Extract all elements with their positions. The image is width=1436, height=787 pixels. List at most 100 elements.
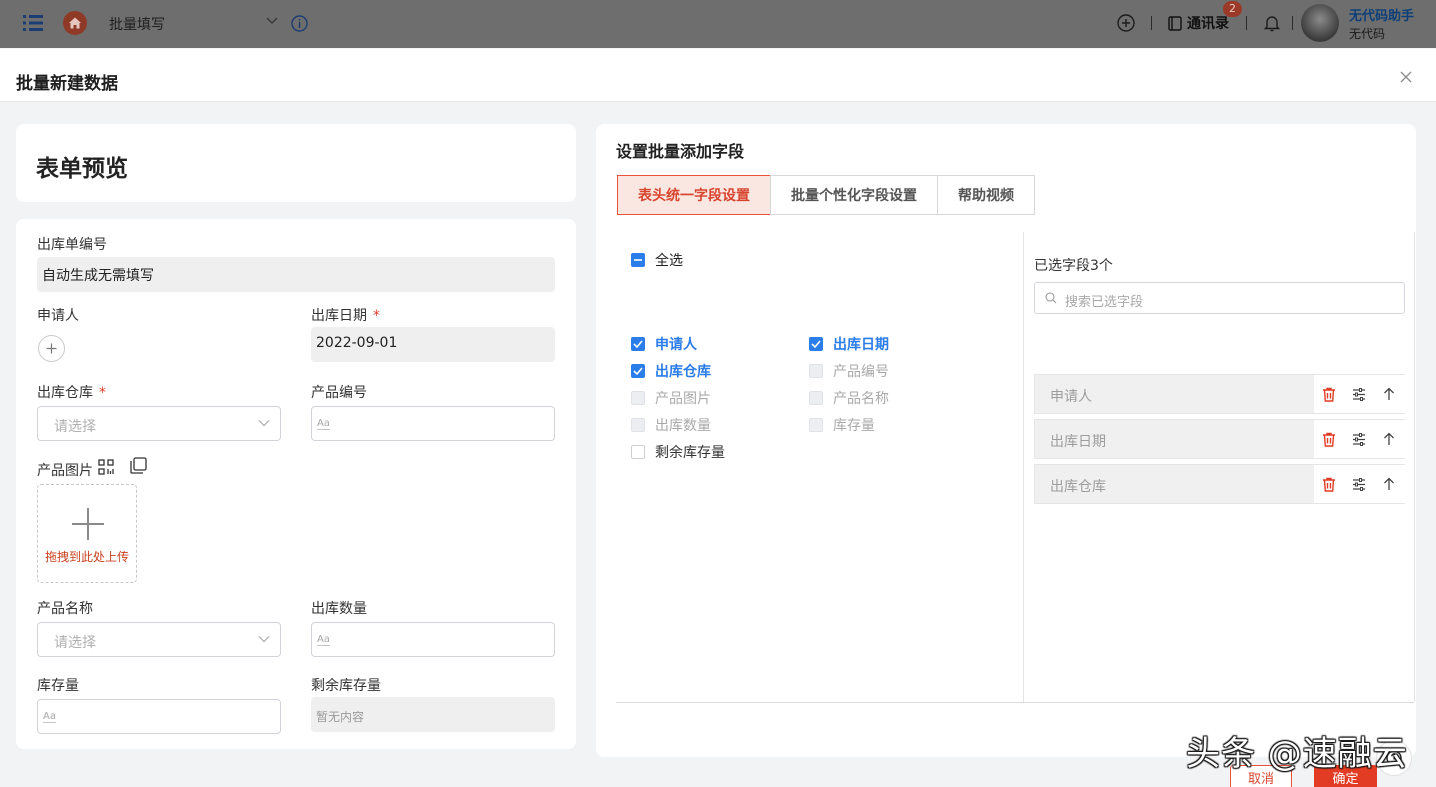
settings-title: 设置批量添加字段 [616, 142, 745, 161]
select-all-checkbox[interactable]: 全选 [631, 250, 683, 270]
text-type-hint: Aa [317, 634, 330, 646]
checkbox-box [631, 364, 645, 378]
plus-icon [46, 343, 57, 354]
info-icon[interactable] [291, 15, 308, 32]
close-icon[interactable] [1400, 71, 1416, 87]
required-mark: * [373, 308, 380, 324]
tab-individual-fields[interactable]: 批量个性化字段设置 [770, 175, 938, 215]
avatar[interactable] [1301, 4, 1339, 42]
menu-icon[interactable] [23, 14, 43, 32]
selected-search-input[interactable]: 搜索已选字段 [1034, 282, 1405, 314]
image-upload-area[interactable]: 拖拽到此处上传 [37, 484, 137, 583]
tab-help-video[interactable]: 帮助视频 [937, 175, 1035, 215]
checkbox-box [631, 391, 645, 405]
field-label: 申请人 [655, 337, 697, 353]
product-name-label: 产品名称 [37, 601, 93, 617]
contacts-book-icon [1168, 15, 1182, 31]
out-date-label: 出库日期 * [311, 305, 380, 325]
chevron-down-icon[interactable] [266, 17, 278, 25]
field-label: 出库数量 [655, 418, 711, 434]
selected-field-name: 申请人 [1050, 389, 1092, 405]
add-applicant-button[interactable] [38, 335, 65, 362]
arrow-up-icon[interactable] [1374, 420, 1404, 458]
watermark: 头条 @速融云 [1186, 734, 1408, 774]
field-label: 产品名称 [833, 391, 889, 407]
remaining-stock-field: 暂无内容 [311, 697, 555, 732]
field-label: 出库日期 [833, 337, 889, 353]
field-checkbox-remaining-stock[interactable]: 剩余库存量 [631, 442, 725, 462]
selected-field-name: 出库仓库 [1050, 479, 1106, 495]
order-no-label: 出库单编号 [37, 237, 107, 253]
contacts-link[interactable]: 通讯录 [1168, 13, 1229, 33]
product-code-input[interactable]: Aa [311, 406, 555, 441]
divider [1023, 232, 1024, 702]
settings-tabs: 表头统一字段设置 批量个性化字段设置 帮助视频 [617, 175, 1035, 215]
settings-sliders-icon[interactable] [1344, 375, 1374, 413]
field-checkbox-product-name: 产品名称 [809, 388, 889, 408]
divider [1151, 16, 1152, 30]
order-no-field: 自动生成无需填写 [37, 257, 555, 292]
field-label: 产品图片 [655, 391, 711, 407]
plus-icon [71, 507, 105, 541]
chevron-down-icon [258, 419, 270, 427]
product-code-label: 产品编号 [311, 385, 367, 401]
bell-icon[interactable] [1264, 14, 1280, 32]
copy-icon[interactable] [130, 457, 147, 474]
delete-icon[interactable] [1314, 375, 1344, 413]
selected-field-name: 出库日期 [1050, 434, 1106, 450]
out-qty-input[interactable]: Aa [311, 622, 555, 657]
select-all-label: 全选 [655, 253, 683, 269]
field-checkbox-applicant[interactable]: 申请人 [631, 334, 697, 354]
top-app-bar: 批量填写 通讯录 2 无代码助手 无代码 [0, 0, 1436, 48]
stock-label: 库存量 [37, 678, 79, 694]
checkbox-box [631, 337, 645, 351]
product-name-select[interactable]: 请选择 [37, 622, 281, 657]
divider [616, 702, 1414, 703]
batch-create-modal: 批量新建数据 表单预览 出库单编号 自动生成无需填写 申请人 出库日期 * 202… [0, 49, 1436, 787]
product-image-label: 产品图片 [37, 463, 93, 479]
warehouse-select[interactable]: 请选择 [37, 406, 281, 441]
out-date-field[interactable]: 2022-09-01 [311, 327, 555, 362]
settings-sliders-icon[interactable] [1344, 465, 1374, 503]
required-mark: * [99, 385, 106, 401]
checkbox-box [631, 418, 645, 432]
arrow-up-icon[interactable] [1374, 465, 1404, 503]
selected-field-item: 申请人 [1034, 374, 1405, 414]
divider [1414, 232, 1415, 702]
field-checkbox-product-image: 产品图片 [631, 388, 711, 408]
selected-field-item: 出库日期 [1034, 419, 1405, 459]
chevron-down-icon [258, 635, 270, 643]
search-icon [1045, 292, 1057, 304]
batch-field-settings: 设置批量添加字段 表头统一字段设置 批量个性化字段设置 帮助视频 全选 申请人 … [596, 124, 1416, 787]
checkbox-box [631, 253, 645, 267]
checkbox-box [631, 445, 645, 459]
qr-code-icon[interactable] [98, 459, 114, 475]
user-name[interactable]: 无代码助手 [1349, 5, 1414, 24]
field-label: 产品编号 [833, 364, 889, 380]
delete-icon[interactable] [1314, 465, 1344, 503]
modal-header: 批量新建数据 [0, 49, 1436, 102]
form-preview-title: 表单预览 [36, 156, 128, 182]
settings-sliders-icon[interactable] [1344, 420, 1374, 458]
form-preview-header: 表单预览 [16, 124, 576, 202]
out-qty-label: 出库数量 [311, 601, 367, 617]
field-label: 库存量 [833, 418, 875, 434]
add-circle-icon[interactable] [1117, 14, 1135, 32]
notification-count-badge: 2 [1223, 1, 1242, 17]
tab-unified-fields[interactable]: 表头统一字段设置 [617, 175, 771, 215]
modal-title: 批量新建数据 [16, 74, 118, 94]
stock-input[interactable]: Aa [37, 699, 281, 734]
upload-hint: 拖拽到此处上传 [44, 550, 129, 564]
field-checkbox-warehouse[interactable]: 出库仓库 [631, 361, 711, 381]
arrow-up-icon[interactable] [1374, 375, 1404, 413]
form-preview: 出库单编号 自动生成无需填写 申请人 出库日期 * 2022-09-01 出库仓库… [16, 219, 576, 749]
field-label: 出库仓库 [655, 364, 711, 380]
divider [1292, 16, 1293, 30]
delete-icon[interactable] [1314, 420, 1344, 458]
text-type-hint: Aa [43, 711, 56, 723]
search-placeholder: 搜索已选字段 [1065, 295, 1144, 310]
text-type-hint: Aa [317, 418, 330, 430]
remaining-stock-empty: 暂无内容 [316, 710, 365, 724]
home-icon[interactable] [63, 11, 87, 35]
field-checkbox-out-date[interactable]: 出库日期 [809, 334, 889, 354]
